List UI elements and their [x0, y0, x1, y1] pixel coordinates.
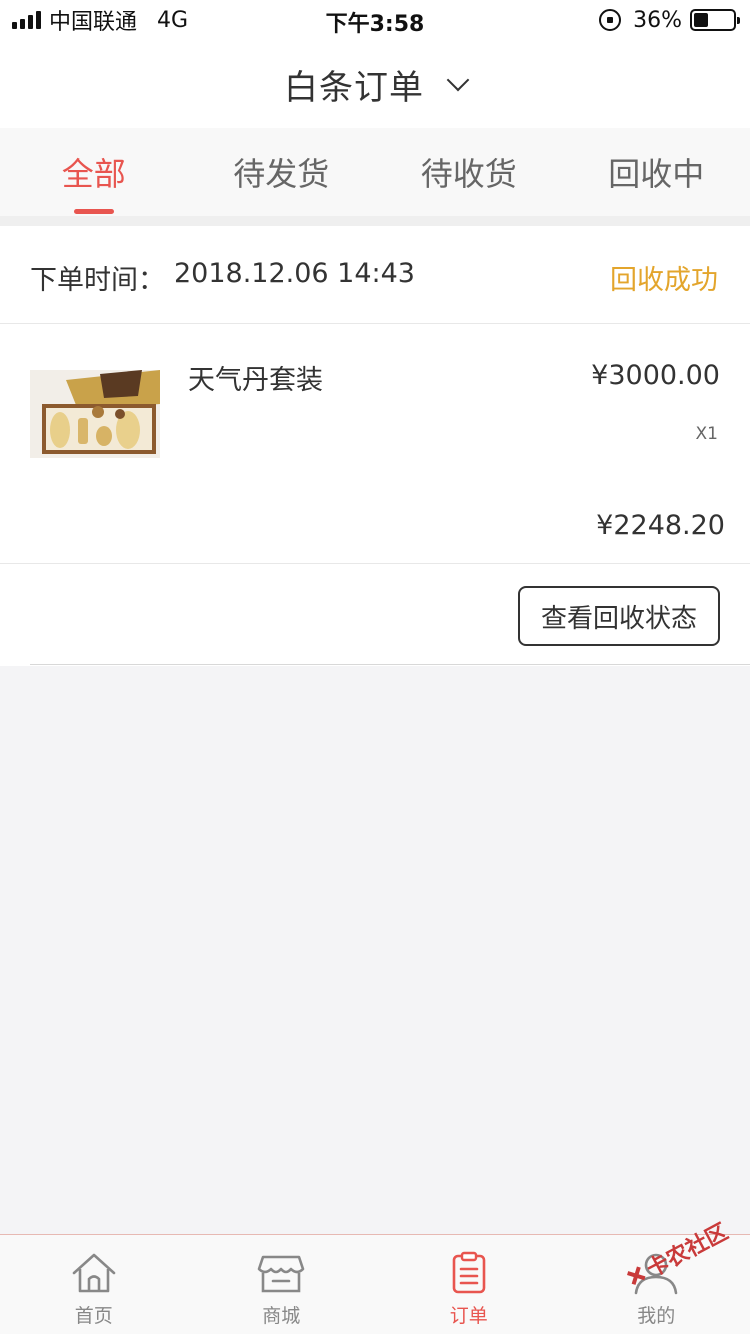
product-name[interactable]: 天气丹套装 — [188, 358, 323, 397]
tabbar-item-store[interactable]: 商城 — [188, 1235, 376, 1334]
status-bar: 中国联通 4G 下午3:58 36% — [0, 0, 750, 40]
product-quantity: X1 — [695, 424, 718, 444]
battery-fill — [694, 13, 708, 27]
order-time-label: 下单时间： — [30, 265, 165, 296]
tab-recycling[interactable]: 回收中 — [563, 128, 750, 216]
divider — [0, 216, 750, 226]
tab-pending-receipt[interactable]: 待收货 — [375, 128, 563, 216]
nav-header[interactable]: 白条订单 — [0, 40, 750, 128]
tabbar-label: 订单 — [449, 1305, 488, 1327]
battery-icon — [690, 9, 740, 31]
product-image[interactable] — [30, 370, 160, 458]
tabbar-item-orders[interactable]: 订单 — [375, 1235, 563, 1334]
product-row[interactable]: 天气丹套装 ¥3000.00 X1 ¥2248.20 — [0, 324, 750, 564]
tab-label: 全部 — [61, 155, 126, 193]
home-icon — [72, 1253, 116, 1293]
battery-percent: 36% — [633, 7, 682, 33]
store-icon — [257, 1255, 305, 1293]
order-icon — [452, 1251, 486, 1294]
tab-pending-shipment[interactable]: 待发货 — [188, 128, 376, 216]
tabbar-label: 商城 — [262, 1305, 301, 1327]
tab-label: 待发货 — [233, 155, 330, 193]
order-time-value: 2018.12.06 14:43 — [174, 258, 415, 289]
rotation-lock-icon — [599, 9, 622, 31]
order-card: 下单时间： 2018.12.06 14:43 回收成功 天气丹套装 ¥3000.… — [0, 226, 750, 666]
page-title[interactable]: 白条订单 — [284, 60, 424, 109]
order-actions: 查看回收状态 — [0, 564, 750, 666]
tabbar-label: 我的 — [637, 1305, 676, 1327]
tab-label: 待收货 — [420, 155, 517, 193]
active-tab-indicator — [73, 209, 114, 214]
view-recycle-status-button[interactable]: 查看回收状态 — [518, 586, 720, 646]
tab-label: 回收中 — [608, 155, 705, 193]
order-total: ¥2248.20 — [596, 510, 725, 541]
tab-all[interactable]: 全部 — [0, 128, 188, 216]
order-tabs: 全部 待发货 待收货 回收中 — [0, 128, 750, 216]
chevron-down-icon[interactable] — [446, 68, 470, 92]
order-status: 回收成功 — [610, 265, 718, 296]
status-bar-right: 36% — [599, 6, 740, 34]
order-header: 下单时间： 2018.12.06 14:43 回收成功 — [0, 226, 750, 324]
tabbar-label: 首页 — [74, 1305, 113, 1327]
divider — [30, 664, 750, 665]
product-unit-price: ¥3000.00 — [591, 360, 720, 391]
tabbar-item-home[interactable]: 首页 — [0, 1235, 188, 1334]
